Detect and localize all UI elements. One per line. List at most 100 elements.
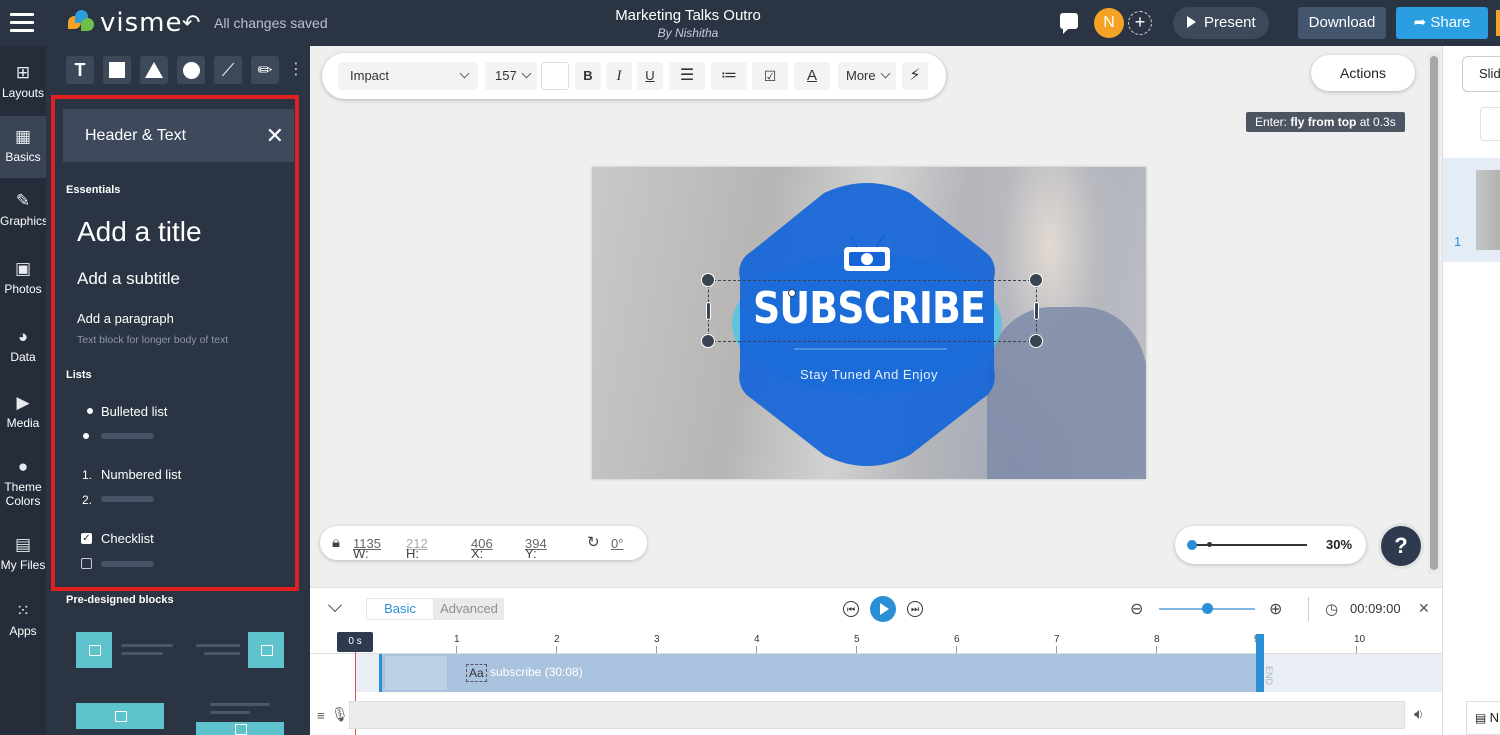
resize-handle-top-right[interactable]: [1029, 273, 1043, 287]
rail-item-my-files[interactable]: ▤ My Files: [0, 524, 46, 586]
add-subtitle-item[interactable]: Add a subtitle: [77, 269, 180, 289]
microphone-icon[interactable]: 🎙︎: [331, 706, 349, 723]
rail-item-basics[interactable]: ▦ Basics: [0, 116, 46, 178]
undo-icon[interactable]: ↶: [182, 10, 200, 36]
pencil-tool-icon[interactable]: ✏: [251, 56, 279, 84]
help-button[interactable]: ?: [1381, 526, 1421, 566]
bulleted-list-item[interactable]: Bulleted list: [101, 404, 167, 419]
folder-icon: ▤: [14, 535, 32, 554]
add-title-item[interactable]: Add a title: [77, 216, 202, 248]
timeline-zoom-handle[interactable]: [1202, 603, 1213, 614]
lightning-icon[interactable]: ⚡: [902, 62, 928, 90]
rail-item-theme-colors[interactable]: ● Theme Colors: [0, 446, 46, 520]
rail-item-graphics[interactable]: ✎ Graphics: [0, 180, 48, 242]
italic-button[interactable]: I: [606, 62, 632, 90]
add-slide-button[interactable]: [1480, 107, 1500, 141]
resize-handle-right[interactable]: [1034, 302, 1039, 320]
line-tool-icon[interactable]: ⟋: [214, 56, 242, 84]
x-field[interactable]: X: 406: [471, 536, 493, 561]
zoom-out-icon[interactable]: ⊖: [1130, 599, 1143, 619]
scrollbar-thumb[interactable]: [1430, 56, 1438, 570]
bold-button[interactable]: B: [575, 62, 601, 90]
rotate-handle[interactable]: [788, 289, 796, 297]
present-button[interactable]: Present: [1173, 7, 1269, 39]
triangle-tool-icon[interactable]: [140, 56, 168, 84]
logo-text: visme: [100, 8, 183, 38]
rail-item-media[interactable]: ▶ Media: [0, 382, 46, 444]
menu-icon[interactable]: [10, 13, 34, 33]
more-menu[interactable]: More: [838, 62, 896, 90]
numbered-list-item[interactable]: Numbered list: [101, 467, 181, 482]
circle-tool-icon[interactable]: [177, 56, 205, 84]
bulleted-list-icon[interactable]: ≔: [711, 62, 747, 90]
resize-handle-top-left[interactable]: [701, 273, 715, 287]
share-label: Share: [1430, 14, 1471, 31]
playhead-label[interactable]: 0 s: [337, 632, 373, 652]
close-icon[interactable]: ✕: [266, 109, 284, 162]
resize-handle-left[interactable]: [706, 302, 711, 320]
rail-item-layouts[interactable]: ⊞ Layouts: [0, 52, 46, 114]
notes-tab[interactable]: ▤ N: [1466, 701, 1500, 735]
block-thumb-image-icon[interactable]: [76, 703, 164, 729]
palette-icon: ●: [17, 457, 29, 476]
share-button[interactable]: ➦ Share: [1396, 7, 1488, 39]
checklist-icon[interactable]: ☑: [752, 62, 788, 90]
slide-tagline[interactable]: Stay Tuned And Enjoy: [592, 367, 1146, 382]
play-button[interactable]: [870, 596, 896, 622]
actions-button[interactable]: Actions: [1311, 55, 1415, 91]
block-thumb-image-icon[interactable]: [76, 632, 112, 668]
upgrade-button-edge[interactable]: [1496, 10, 1500, 36]
ruler-tick: [956, 646, 957, 653]
width-field[interactable]: W: 1135: [353, 536, 381, 561]
resize-handle-bottom-right[interactable]: [1029, 334, 1043, 348]
document-title[interactable]: Marketing Talks Outro: [588, 7, 788, 24]
align-left-icon[interactable]: ☰: [669, 62, 705, 90]
rotation-field[interactable]: 0°: [611, 536, 623, 551]
logo-mark-icon: [66, 10, 96, 36]
canvas-scrollbar[interactable]: [1428, 52, 1440, 574]
timeline-duration[interactable]: 00:09:00: [1350, 601, 1401, 616]
tab-basic[interactable]: Basic: [366, 598, 434, 620]
timeline-ruler[interactable]: [310, 632, 1442, 654]
font-color-swatch[interactable]: [541, 62, 569, 90]
block-thumb-image-icon[interactable]: [248, 632, 284, 668]
audio-track[interactable]: [349, 701, 1405, 729]
text-color-icon[interactable]: A: [794, 62, 830, 90]
close-timeline-icon[interactable]: ✕: [1418, 600, 1430, 617]
rail-item-photos[interactable]: ▣ Photos: [0, 248, 46, 310]
clip-end-handle[interactable]: [1256, 634, 1264, 692]
underline-button[interactable]: U: [637, 62, 663, 90]
ruler-tick-label: 2: [554, 634, 560, 645]
font-size-select[interactable]: 157: [485, 62, 537, 90]
add-collaborator-icon[interactable]: +: [1128, 11, 1152, 35]
audio-list-icon[interactable]: ≡: [317, 708, 325, 723]
more-tools-icon[interactable]: ⋮: [288, 56, 304, 86]
zoom-in-icon[interactable]: ⊕: [1269, 599, 1282, 619]
avatar[interactable]: N: [1094, 8, 1124, 38]
volume-icon[interactable]: 🔉︎: [1414, 706, 1423, 723]
block-thumb-image-icon[interactable]: [196, 722, 284, 735]
height-field[interactable]: H: 212: [406, 536, 428, 561]
rail-item-data[interactable]: ◕ Data: [0, 316, 46, 378]
text-tool-icon[interactable]: T: [66, 56, 94, 84]
animation-tag[interactable]: Enter: fly from top at 0.3s: [1246, 112, 1405, 132]
zoom-slider-handle[interactable]: [1187, 540, 1197, 550]
add-paragraph-item[interactable]: Add a paragraph: [77, 311, 174, 326]
slides-tab[interactable]: Slid: [1462, 56, 1500, 92]
rectangle-tool-icon[interactable]: [103, 56, 131, 84]
skip-forward-icon[interactable]: ⏭: [907, 601, 923, 617]
skip-back-icon[interactable]: ⏮: [843, 601, 859, 617]
checklist-item[interactable]: Checklist: [101, 531, 154, 546]
slide-thumbnail[interactable]: [1476, 170, 1500, 250]
font-family-select[interactable]: Impact: [338, 62, 478, 90]
visme-logo[interactable]: visme: [66, 8, 182, 38]
comments-icon[interactable]: [1060, 13, 1078, 34]
chevron-down-icon: [521, 68, 532, 79]
resize-handle-bottom-left[interactable]: [701, 334, 715, 348]
rail-item-apps[interactable]: ⁙ Apps: [0, 590, 46, 652]
y-field[interactable]: Y: 394: [525, 536, 547, 561]
download-button[interactable]: Download: [1298, 7, 1386, 39]
tab-advanced[interactable]: Advanced: [434, 598, 504, 620]
lock-icon[interactable]: 🔒︎: [332, 534, 340, 551]
clip-delay-segment[interactable]: [385, 656, 447, 690]
